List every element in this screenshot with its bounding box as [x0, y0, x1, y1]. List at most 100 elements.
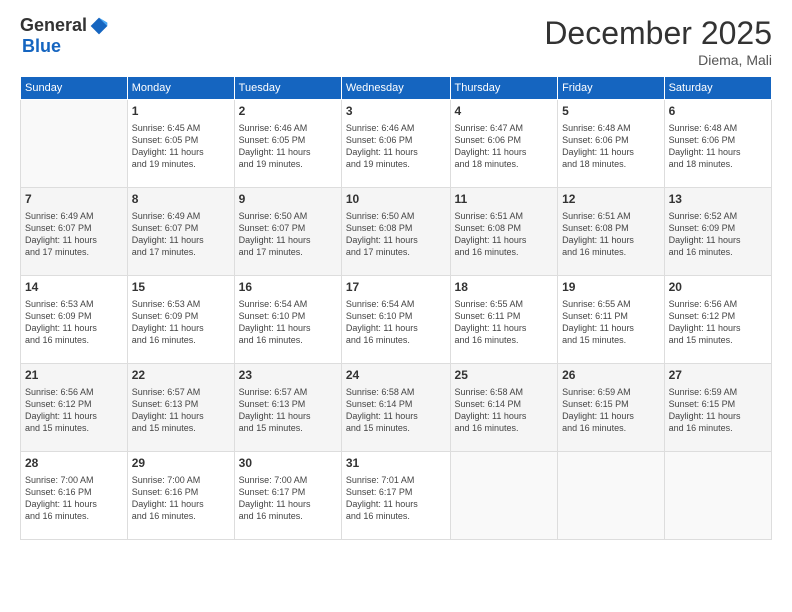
header-sunday: Sunday [21, 77, 128, 100]
table-row: 26 Sunrise: 6:59 AM Sunset: 6:15 PM Dayli… [558, 364, 665, 452]
day-info: Sunrise: 6:56 AM Sunset: 6:12 PM Dayligh… [669, 298, 767, 347]
table-row: 29Sunrise: 7:00 AM Sunset: 6:16 PM Dayli… [127, 452, 234, 540]
table-row: 23 Sunrise: 6:57 AM Sunset: 6:13 PM Dayli… [234, 364, 341, 452]
day-number: 26 [562, 367, 660, 384]
table-row: 13Sunrise: 6:52 AM Sunset: 6:09 PM Dayli… [664, 188, 771, 276]
day-info: Sunrise: 7:00 AM Sunset: 6:16 PM Dayligh… [25, 474, 123, 523]
table-row: 6 Sunrise: 6:48 AM Sunset: 6:06 PM Daylig… [664, 100, 771, 188]
table-row [664, 452, 771, 540]
day-info: Sunrise: 6:50 AM Sunset: 6:07 PM Dayligh… [239, 210, 337, 259]
day-number: 7 [25, 191, 123, 208]
table-row: 8Sunrise: 6:49 AM Sunset: 6:07 PM Daylig… [127, 188, 234, 276]
day-number: 10 [346, 191, 446, 208]
table-row: 3 Sunrise: 6:46 AM Sunset: 6:06 PM Daylig… [341, 100, 450, 188]
table-row: 4 Sunrise: 6:47 AM Sunset: 6:06 PM Daylig… [450, 100, 558, 188]
table-row: 25 Sunrise: 6:58 AM Sunset: 6:14 PM Dayli… [450, 364, 558, 452]
day-number: 15 [132, 279, 230, 296]
month-title: December 2025 [544, 15, 772, 52]
day-info: Sunrise: 6:58 AM Sunset: 6:14 PM Dayligh… [346, 386, 446, 435]
table-row: 28 Sunrise: 7:00 AM Sunset: 6:16 PM Dayli… [21, 452, 128, 540]
day-info: Sunrise: 7:00 AM Sunset: 6:16 PM Dayligh… [132, 474, 230, 523]
day-number: 16 [239, 279, 337, 296]
day-info: Sunrise: 6:47 AM Sunset: 6:06 PM Dayligh… [455, 122, 554, 171]
day-number: 1 [132, 103, 230, 120]
table-row: 19 Sunrise: 6:55 AM Sunset: 6:11 PM Dayli… [558, 276, 665, 364]
table-row: 11 Sunrise: 6:51 AM Sunset: 6:08 PM Dayli… [450, 188, 558, 276]
day-number: 25 [455, 367, 554, 384]
table-row: 9 Sunrise: 6:50 AM Sunset: 6:07 PM Daylig… [234, 188, 341, 276]
header: General Blue December 2025 Diema, Mali [20, 15, 772, 68]
day-info: Sunrise: 6:57 AM Sunset: 6:13 PM Dayligh… [132, 386, 230, 435]
table-row: 2 Sunrise: 6:46 AM Sunset: 6:05 PM Daylig… [234, 100, 341, 188]
table-row: 17 Sunrise: 6:54 AM Sunset: 6:10 PM Dayli… [341, 276, 450, 364]
table-row: 22Sunrise: 6:57 AM Sunset: 6:13 PM Dayli… [127, 364, 234, 452]
day-info: Sunrise: 6:48 AM Sunset: 6:06 PM Dayligh… [669, 122, 767, 171]
table-row: 15Sunrise: 6:53 AM Sunset: 6:09 PM Dayli… [127, 276, 234, 364]
day-info: Sunrise: 6:53 AM Sunset: 6:09 PM Dayligh… [25, 298, 123, 347]
logo-general: General [20, 15, 87, 36]
day-info: Sunrise: 6:46 AM Sunset: 6:05 PM Dayligh… [239, 122, 337, 171]
table-row: 12 Sunrise: 6:51 AM Sunset: 6:08 PM Dayli… [558, 188, 665, 276]
day-number: 31 [346, 455, 446, 472]
header-monday: Monday [127, 77, 234, 100]
day-number: 23 [239, 367, 337, 384]
table-row [558, 452, 665, 540]
table-row: 21 Sunrise: 6:56 AM Sunset: 6:12 PM Dayli… [21, 364, 128, 452]
logo-icon [89, 16, 109, 36]
day-number: 9 [239, 191, 337, 208]
day-info: Sunrise: 6:46 AM Sunset: 6:06 PM Dayligh… [346, 122, 446, 171]
day-info: Sunrise: 6:51 AM Sunset: 6:08 PM Dayligh… [455, 210, 554, 259]
table-row: 31 Sunrise: 7:01 AM Sunset: 6:17 PM Dayli… [341, 452, 450, 540]
day-info: Sunrise: 7:01 AM Sunset: 6:17 PM Dayligh… [346, 474, 446, 523]
day-number: 5 [562, 103, 660, 120]
day-number: 6 [669, 103, 767, 120]
day-number: 12 [562, 191, 660, 208]
calendar-table: Sunday Monday Tuesday Wednesday Thursday… [20, 76, 772, 540]
page: General Blue December 2025 Diema, Mali S… [0, 0, 792, 612]
day-number: 18 [455, 279, 554, 296]
day-info: Sunrise: 6:45 AM Sunset: 6:05 PM Dayligh… [132, 122, 230, 171]
logo-text: General [20, 15, 109, 36]
day-number: 19 [562, 279, 660, 296]
day-info: Sunrise: 6:55 AM Sunset: 6:11 PM Dayligh… [455, 298, 554, 347]
header-saturday: Saturday [664, 77, 771, 100]
day-number: 30 [239, 455, 337, 472]
weekday-header-row: Sunday Monday Tuesday Wednesday Thursday… [21, 77, 772, 100]
table-row: 16 Sunrise: 6:54 AM Sunset: 6:10 PM Dayli… [234, 276, 341, 364]
day-number: 11 [455, 191, 554, 208]
day-info: Sunrise: 6:51 AM Sunset: 6:08 PM Dayligh… [562, 210, 660, 259]
day-info: Sunrise: 6:58 AM Sunset: 6:14 PM Dayligh… [455, 386, 554, 435]
day-number: 4 [455, 103, 554, 120]
day-info: Sunrise: 6:49 AM Sunset: 6:07 PM Dayligh… [25, 210, 123, 259]
day-info: Sunrise: 6:54 AM Sunset: 6:10 PM Dayligh… [239, 298, 337, 347]
day-number: 3 [346, 103, 446, 120]
day-number: 28 [25, 455, 123, 472]
day-info: Sunrise: 6:55 AM Sunset: 6:11 PM Dayligh… [562, 298, 660, 347]
table-row: 27Sunrise: 6:59 AM Sunset: 6:15 PM Dayli… [664, 364, 771, 452]
day-info: Sunrise: 6:57 AM Sunset: 6:13 PM Dayligh… [239, 386, 337, 435]
table-row: 10Sunrise: 6:50 AM Sunset: 6:08 PM Dayli… [341, 188, 450, 276]
table-row: 18 Sunrise: 6:55 AM Sunset: 6:11 PM Dayli… [450, 276, 558, 364]
header-thursday: Thursday [450, 77, 558, 100]
table-row [450, 452, 558, 540]
logo-blue-text: Blue [22, 36, 61, 56]
day-info: Sunrise: 6:56 AM Sunset: 6:12 PM Dayligh… [25, 386, 123, 435]
header-wednesday: Wednesday [341, 77, 450, 100]
header-friday: Friday [558, 77, 665, 100]
header-tuesday: Tuesday [234, 77, 341, 100]
day-number: 2 [239, 103, 337, 120]
day-number: 21 [25, 367, 123, 384]
day-info: Sunrise: 6:59 AM Sunset: 6:15 PM Dayligh… [669, 386, 767, 435]
location: Diema, Mali [544, 52, 772, 68]
logo: General Blue [20, 15, 109, 57]
table-row [21, 100, 128, 188]
day-info: Sunrise: 6:54 AM Sunset: 6:10 PM Dayligh… [346, 298, 446, 347]
table-row: 1 Sunrise: 6:45 AM Sunset: 6:05 PM Daylig… [127, 100, 234, 188]
day-number: 14 [25, 279, 123, 296]
day-info: Sunrise: 6:59 AM Sunset: 6:15 PM Dayligh… [562, 386, 660, 435]
day-number: 17 [346, 279, 446, 296]
table-row: 30Sunrise: 7:00 AM Sunset: 6:17 PM Dayli… [234, 452, 341, 540]
table-row: 7 Sunrise: 6:49 AM Sunset: 6:07 PM Daylig… [21, 188, 128, 276]
day-info: Sunrise: 6:48 AM Sunset: 6:06 PM Dayligh… [562, 122, 660, 171]
day-info: Sunrise: 6:49 AM Sunset: 6:07 PM Dayligh… [132, 210, 230, 259]
